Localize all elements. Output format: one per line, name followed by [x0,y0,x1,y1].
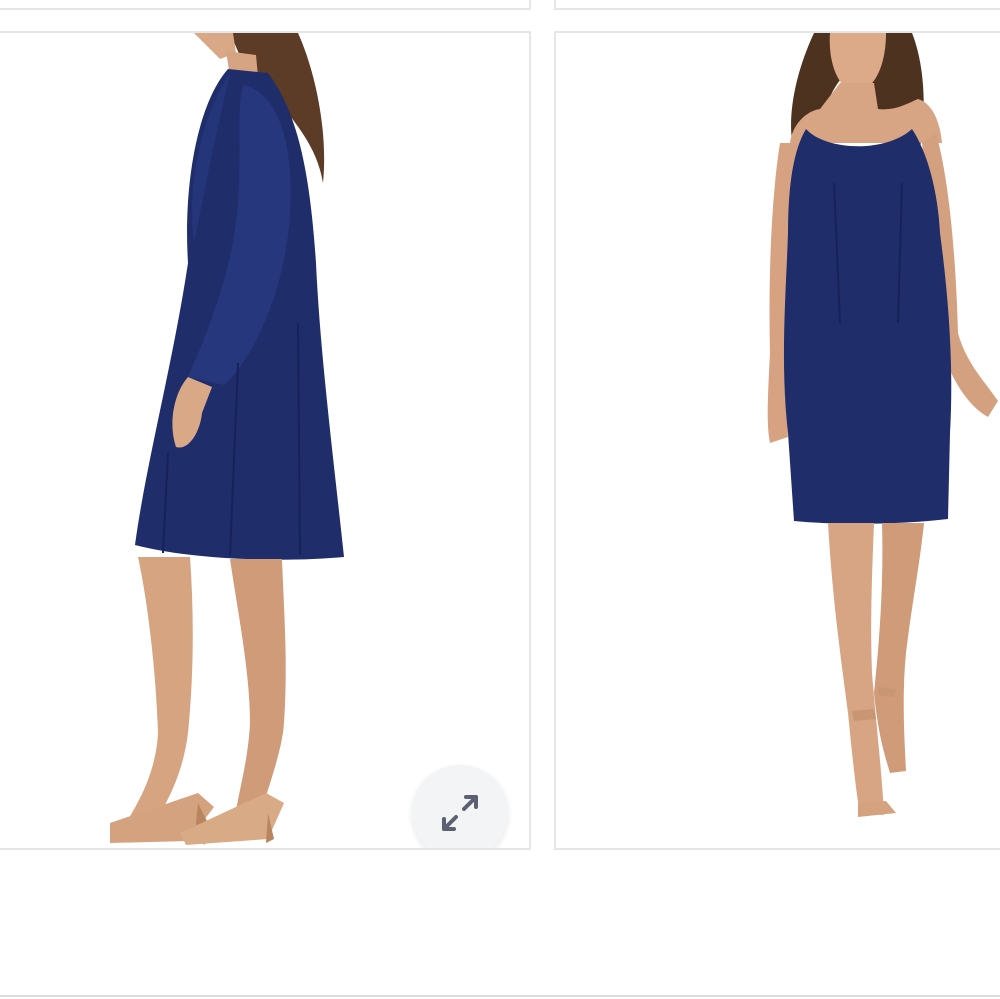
product-image-card-partial[interactable] [0,0,531,10]
divider [0,995,1000,997]
expand-icon [442,795,478,831]
product-image-card[interactable] [554,31,1000,850]
product-image-card-partial[interactable] [554,0,1000,10]
product-image-card[interactable] [0,31,531,850]
expand-button[interactable] [412,765,508,848]
